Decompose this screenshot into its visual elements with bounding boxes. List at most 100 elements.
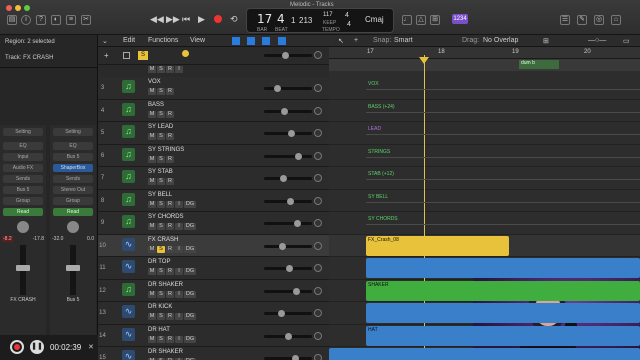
track-dg-button[interactable]: DG bbox=[184, 313, 196, 320]
region-label[interactable]: STAB (+12) bbox=[368, 171, 394, 177]
play-icon[interactable]: ▶ bbox=[198, 14, 205, 25]
track-name[interactable]: SY STRINGS bbox=[148, 147, 184, 153]
track-m-button[interactable]: M bbox=[148, 110, 156, 118]
lcd-signature-bottom[interactable]: 4 bbox=[347, 21, 351, 28]
input-slot[interactable]: Bus 5 bbox=[53, 153, 93, 161]
track-m-button[interactable]: M bbox=[148, 290, 156, 298]
kick-region[interactable] bbox=[366, 303, 640, 323]
drum-top-region[interactable] bbox=[366, 258, 640, 278]
pan-knob[interactable] bbox=[67, 221, 79, 233]
audio-fx-slot[interactable]: Audio FX bbox=[3, 164, 43, 172]
track-r-button[interactable]: R bbox=[166, 110, 174, 118]
track-s-button[interactable]: S bbox=[157, 335, 165, 343]
pan-knob[interactable] bbox=[314, 241, 322, 250]
metronome-icon[interactable]: △ bbox=[416, 15, 426, 25]
audio-fx-slot[interactable]: ShaperBox bbox=[53, 164, 93, 172]
track-name[interactable]: DR TOP bbox=[148, 259, 170, 265]
sends-slot[interactable]: Sends bbox=[3, 175, 43, 183]
track-dg-button[interactable]: DG bbox=[184, 335, 196, 343]
track-s-button[interactable]: S bbox=[157, 290, 165, 298]
output-slot[interactable]: Bus 5 bbox=[3, 186, 43, 194]
drag-select[interactable]: No Overlap bbox=[483, 37, 518, 44]
track-m-button[interactable]: M bbox=[148, 133, 156, 140]
track-m-button[interactable]: M bbox=[148, 88, 156, 95]
waveform-zoom-icon[interactable]: ⊞ bbox=[543, 37, 549, 45]
track-dg-button[interactable]: DG bbox=[184, 245, 196, 253]
group-slot[interactable]: Group bbox=[53, 197, 93, 205]
track-name[interactable]: SY LEAD bbox=[148, 124, 173, 130]
catch-icon[interactable] bbox=[262, 37, 270, 45]
close-window-button[interactable] bbox=[6, 5, 12, 11]
volume-fader[interactable] bbox=[264, 130, 312, 137]
pan-knob[interactable] bbox=[17, 221, 29, 233]
track-s-button[interactable]: S bbox=[157, 245, 165, 253]
track-name[interactable]: VOX bbox=[148, 79, 161, 85]
track-i-button[interactable]: I bbox=[175, 268, 183, 275]
zoom-fit-icon[interactable]: ▭ bbox=[623, 37, 630, 45]
automation-icon[interactable] bbox=[278, 37, 286, 45]
stop-record-button[interactable] bbox=[10, 340, 24, 354]
input-slot[interactable]: Input bbox=[3, 153, 43, 161]
track-row[interactable]: 4 ♫ BASS M S R bbox=[98, 99, 329, 122]
track-name[interactable]: DR KICK bbox=[148, 304, 172, 310]
track-m-button[interactable]: M bbox=[148, 178, 156, 185]
pan-knob[interactable] bbox=[314, 331, 322, 340]
bar-ruler[interactable]: 17 18 19 20 bbox=[329, 47, 640, 59]
volume-fader[interactable] bbox=[264, 107, 312, 115]
mixer-icon[interactable]: ≡ bbox=[66, 15, 76, 25]
functions-menu[interactable]: Functions bbox=[148, 37, 178, 44]
marquee-tool-icon[interactable]: + bbox=[354, 37, 358, 44]
track-name[interactable]: SY CHORDS bbox=[148, 214, 184, 220]
track-name[interactable]: SY STAB bbox=[148, 169, 173, 175]
lcd-signature-top[interactable]: 4 bbox=[345, 12, 349, 19]
editors-icon[interactable]: ✂ bbox=[81, 15, 91, 25]
track-dg-button[interactable]: DG bbox=[184, 200, 196, 208]
track-row[interactable]: 13 ∿ DR KICK M S R I DG bbox=[98, 302, 329, 325]
track-i-button[interactable]: I bbox=[175, 313, 183, 320]
library-icon[interactable]: ▤ bbox=[7, 15, 17, 25]
track-row[interactable]: 12 ♫ DR SHAKER M S R I DG bbox=[98, 279, 329, 302]
notes-icon[interactable]: ✎ bbox=[577, 15, 587, 25]
track-m-button[interactable]: M bbox=[148, 268, 156, 275]
track-i-button[interactable]: I bbox=[175, 290, 183, 298]
volume-fader[interactable] bbox=[264, 197, 312, 205]
track-r-button[interactable]: R bbox=[166, 88, 174, 95]
lcd-tempo[interactable]: 117 bbox=[323, 12, 333, 18]
chevron-down-icon[interactable]: ⌄ bbox=[102, 37, 108, 45]
setting-slot[interactable]: Setting bbox=[53, 128, 93, 136]
region-label[interactable]: STRINGS bbox=[368, 149, 390, 155]
track-r-button[interactable]: R bbox=[166, 268, 174, 275]
track-row[interactable]: 8 ♫ SY BELL M S R I DG bbox=[98, 189, 329, 212]
output-slot[interactable]: Stereo Out bbox=[53, 186, 93, 194]
record-button[interactable] bbox=[214, 15, 222, 23]
help-icon[interactable]: ? bbox=[36, 15, 46, 25]
track-row[interactable]: 6 ♫ SY STRINGS M S R bbox=[98, 144, 329, 167]
pan-knob[interactable] bbox=[314, 196, 322, 205]
track-row[interactable]: 3 ♫ VOX M S R bbox=[98, 77, 329, 100]
track-m-button[interactable]: M bbox=[148, 155, 156, 163]
loop-browser-icon[interactable]: ◎ bbox=[594, 15, 604, 25]
region-label[interactable]: LEAD bbox=[368, 126, 381, 132]
volume-fader[interactable] bbox=[264, 310, 312, 317]
pan-knob[interactable] bbox=[314, 129, 322, 137]
track-name[interactable]: DR SHAKER bbox=[148, 282, 183, 288]
volume-fader[interactable] bbox=[264, 287, 312, 295]
track-m-button[interactable]: M bbox=[148, 335, 156, 343]
track-s-button[interactable]: S bbox=[157, 178, 165, 185]
volume-fader[interactable] bbox=[16, 245, 30, 295]
grid-view-icon[interactable] bbox=[232, 37, 240, 45]
track-s-button[interactable]: S bbox=[157, 88, 165, 95]
browser-icon[interactable]: ⌂ bbox=[611, 15, 621, 25]
track-r-button[interactable]: R bbox=[166, 335, 174, 343]
pan-knob[interactable] bbox=[314, 286, 322, 295]
track-r-button[interactable]: R bbox=[166, 200, 174, 208]
track-row[interactable]: 5 ♫ SY LEAD M S R bbox=[98, 122, 329, 145]
track-header[interactable]: Track: FX CRASH bbox=[5, 55, 53, 61]
track-i-button[interactable]: I bbox=[175, 335, 183, 343]
track-r-button[interactable]: R bbox=[166, 223, 174, 230]
region-label[interactable]: SY BELL bbox=[368, 194, 388, 200]
group-slot[interactable]: Group bbox=[3, 197, 43, 205]
track-name[interactable]: BASS bbox=[148, 102, 164, 108]
track-s-button[interactable]: S bbox=[157, 200, 165, 208]
region-label[interactable]: BASS (+24) bbox=[368, 104, 395, 110]
